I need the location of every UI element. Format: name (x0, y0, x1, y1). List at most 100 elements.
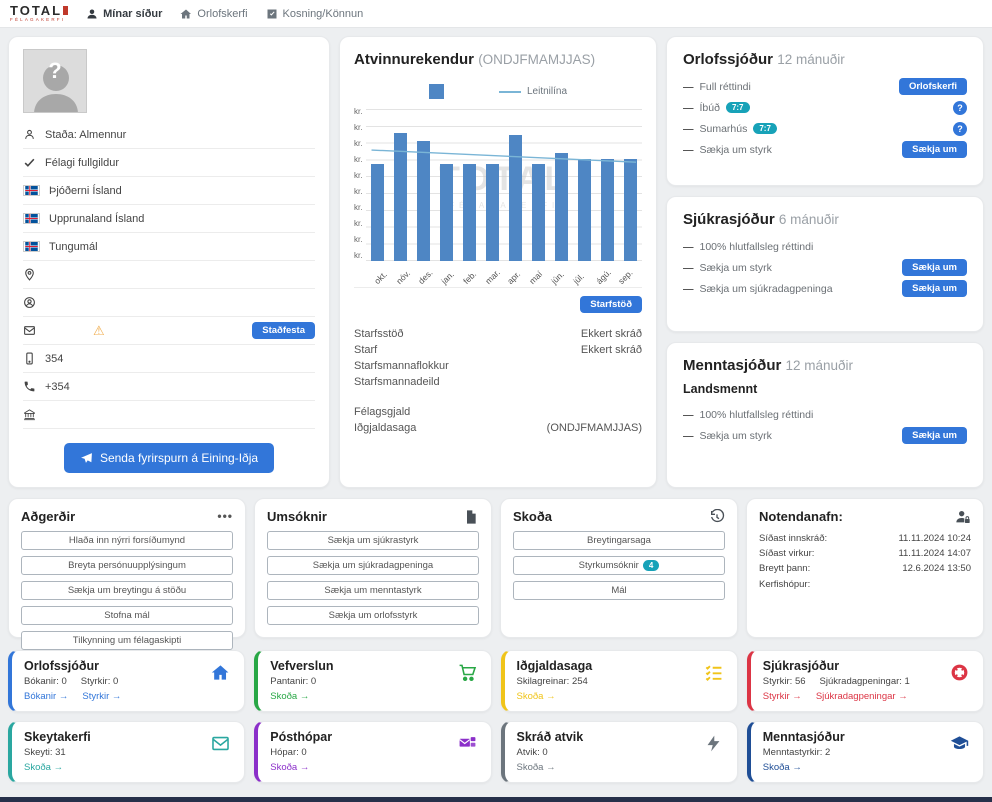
upload-cover-photo-button[interactable]: Hlaða inn nýrri forsíðumynd (21, 531, 233, 550)
brand-logo[interactable]: TOTAL FÉLAGAKERFI (10, 4, 68, 23)
stat-link-sj-kradagpeningar[interactable]: Sjúkradagpeningar → (816, 691, 908, 702)
info-row-idgjaldasaga: Iðgjaldasaga(ONDJFMAMJJAS) (354, 421, 642, 437)
change-history-button[interactable]: Breytingarsaga (513, 531, 725, 550)
y-tick-label: kr. (354, 188, 362, 196)
stat-link-sko-a[interactable]: Skoða → (270, 691, 309, 702)
stat-value: Hópar: 0 (270, 747, 306, 758)
account-row-modified: Breytt þann:12.6.2024 13:50 (759, 561, 971, 576)
stat-link-styrkir[interactable]: Styrkir → (82, 691, 121, 702)
info-row-felagsgjald: Félagsgjald (354, 405, 642, 421)
user-lock-icon (955, 509, 971, 525)
stat-link-sko-a[interactable]: Skoða → (517, 762, 556, 773)
send-inquiry-wrap: Senda fyrirspurn á Eining-Iðja (23, 433, 315, 477)
paper-plane-icon (80, 452, 93, 465)
check-square-icon (266, 8, 278, 20)
nav-my-pages[interactable]: Mínar síður (86, 8, 162, 20)
dash-icon: — (683, 102, 694, 114)
avatar[interactable]: ? (23, 49, 87, 113)
file-icon (463, 509, 479, 525)
dash-icon: — (683, 262, 694, 274)
stat-links: Skoða → (270, 762, 478, 773)
stat-card-vefverslun: Vefverslun Pantanir: 0 Skoða → (254, 650, 491, 712)
fund-title: Sjúkrasjóður 6 mánuðir (683, 211, 967, 228)
fund-item-label: Sækja um styrk (700, 144, 772, 156)
dash-icon: — (683, 81, 694, 93)
fund-card-sjukrasjodur: Sjúkrasjóður 6 mánuðir —100% hlutfallsle… (666, 196, 984, 332)
apply-sick-grant-button[interactable]: Sækja um sjúkrastyrk (267, 531, 479, 550)
apply-button[interactable]: Sækja um (902, 427, 967, 444)
phone-icon (23, 380, 36, 393)
starfstod-button[interactable]: Starfstöð (580, 296, 642, 313)
stat-values: Pantanir: 0 (270, 676, 478, 687)
stat-link-sko-a[interactable]: Skoða → (270, 762, 309, 773)
cases-button[interactable]: Mál (513, 581, 725, 600)
profile-row-address (23, 261, 315, 289)
stat-links: Skoða → (270, 691, 478, 702)
user-circle-icon (23, 296, 36, 309)
brand-subtitle: FÉLAGAKERFI (10, 18, 68, 23)
apply-sick-benefits-button[interactable]: Sækja um sjúkradagpeninga (267, 556, 479, 575)
stat-values: Skilagreinar: 254 (517, 676, 725, 687)
grant-applications-button[interactable]: Styrkumsóknir4 (513, 556, 725, 575)
apply-vacation-grant-button[interactable]: Sækja um orlofsstyrk (267, 606, 479, 625)
apply-status-change-button[interactable]: Sækja um breytingu á stöðu (21, 581, 233, 600)
legend-line-icon (499, 91, 521, 93)
nav-kosning[interactable]: Kosning/Könnun (266, 8, 364, 20)
employer-chart-card: Atvinnurekendur (ONDJFMAMJJAS) Leitnilín… (339, 36, 657, 488)
apply-button[interactable]: Sækja um (902, 141, 967, 158)
stat-value: Menntastyrkir: 2 (763, 747, 831, 758)
help-icon[interactable]: ? (953, 122, 967, 136)
fund-title: Orlofssjóður 12 mánuðir (683, 51, 967, 68)
send-inquiry-button[interactable]: Senda fyrirspurn á Eining-Iðja (64, 443, 274, 473)
fund-item-label: Íbúð (700, 102, 720, 114)
stat-link-sko-a[interactable]: Skoða → (517, 691, 556, 702)
fund-items: —Full réttindiOrlofskerfi—Íbúð7:7?—Sumar… (683, 76, 967, 160)
apply-education-grant-button[interactable]: Sækja um menntastyrk (267, 581, 479, 600)
nav-orlofskerfi[interactable]: Orlofskerfi (180, 8, 247, 20)
y-tick-label: kr. (354, 124, 362, 132)
ratio-badge: 7:7 (753, 123, 777, 134)
help-icon[interactable]: ? (953, 101, 967, 115)
confirm-email-button[interactable]: Staðfesta (252, 322, 315, 339)
history-icon (709, 509, 725, 525)
fund-item: —100% hlutfallsleg réttindi (683, 236, 967, 257)
applications-title: Umsóknir (267, 509, 479, 524)
stat-value: Styrkir: 56 (763, 676, 806, 687)
stat-link-sko-a[interactable]: Skoða → (763, 762, 802, 773)
dash-icon: — (683, 283, 694, 295)
info-row-starfsstod: StarfsstöðEkkert skráð (354, 327, 642, 343)
stat-values: Skeyti: 31 (24, 747, 232, 758)
account-row-last-active: Síðast virkur:11.11.2024 14:07 (759, 546, 971, 561)
legend-trend: Leitnilína (499, 86, 567, 97)
membership-transfer-button[interactable]: Tilkynning um félagaskipti (21, 631, 233, 650)
stat-card-title: Skráð atvik (517, 730, 725, 744)
stat-card-i-gjaldasaga: IðgjaldasagaSkilagreinar: 254Skoða → (501, 650, 738, 712)
fund-subtitle: Landsmennt (683, 382, 967, 396)
stat-link-sko-a[interactable]: Skoða → (24, 762, 63, 773)
edit-personal-info-button[interactable]: Breyta persónuupplýsingum (21, 556, 233, 575)
stat-link-styrkir[interactable]: Styrkir → (763, 691, 802, 702)
dash-icon: — (683, 430, 694, 442)
iceland-flag-icon (23, 213, 40, 224)
chart-plot: TOTAL FÉLAGAKERFI (366, 109, 642, 261)
stats-grid: OrlofssjóðurBókanir: 0Styrkir: 0Bókanir … (8, 650, 984, 783)
applications-card: Umsóknir Sækja um sjúkrastyrk Sækja um s… (254, 498, 492, 638)
stat-value: Styrkir: 0 (81, 676, 118, 687)
home-icon (211, 663, 230, 682)
create-case-button[interactable]: Stofna mál (21, 606, 233, 625)
user-icon (23, 128, 36, 141)
info-row-starf: StarfEkkert skráð (354, 343, 642, 359)
fund-items: —100% hlutfallsleg réttindi—Sækja um sty… (683, 236, 967, 299)
apply-button[interactable]: Sækja um (902, 259, 967, 276)
apply-button[interactable]: Sækja um (902, 280, 967, 297)
stat-card-title: Vefverslun (270, 659, 478, 673)
profile-row-status: Staða: Almennur (23, 121, 315, 149)
fund-item: —Sækja um styrkSækja um (683, 257, 967, 278)
actions-card: Aðgerðir ••• Hlaða inn nýrri forsíðumynd… (8, 498, 246, 638)
orlofskerfi-button[interactable]: Orlofskerfi (899, 78, 967, 95)
fund-item: —Sumarhús7:7? (683, 118, 967, 139)
stat-link-b-kanir[interactable]: Bókanir → (24, 691, 68, 702)
stat-links: Skoða → (517, 691, 725, 702)
ellipsis-icon[interactable]: ••• (217, 509, 233, 523)
profile-row-membership: Félagi fullgildur (23, 149, 315, 177)
